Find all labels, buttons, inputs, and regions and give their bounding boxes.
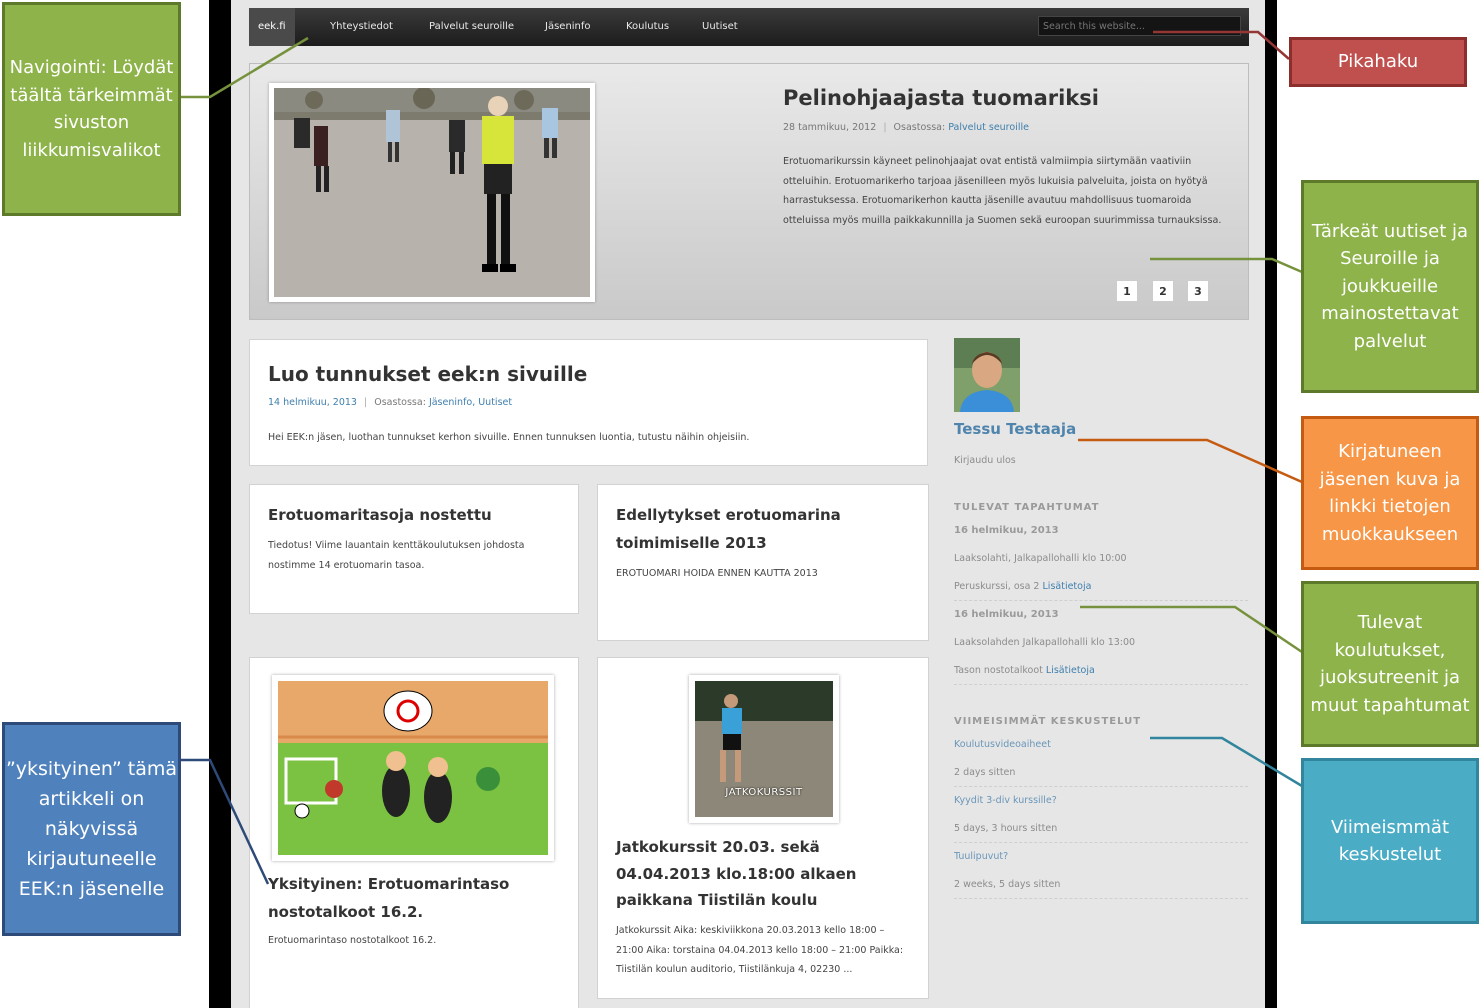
annotation-private-article: ”yksityinen” tämä artikkeli on näkyvissä… [2,722,181,936]
annotation-connectors [181,30,1303,885]
annotation-featured-news: Tärkeät uutiset ja Seuroille ja joukkuei… [1301,180,1479,393]
annotation-discussions: Viimeismmät keskustelut [1301,758,1479,924]
annotation-member: Kirjatuneen jäsenen kuva ja linkki tieto… [1301,416,1479,570]
annotation-events: Tulevat koulutukset, juoksutreenit ja mu… [1301,581,1479,747]
annotation-quick-search: Pikahaku [1289,37,1467,87]
annotation-navigation: Navigointi: Löydät täältä tärkeimmät siv… [2,2,181,216]
